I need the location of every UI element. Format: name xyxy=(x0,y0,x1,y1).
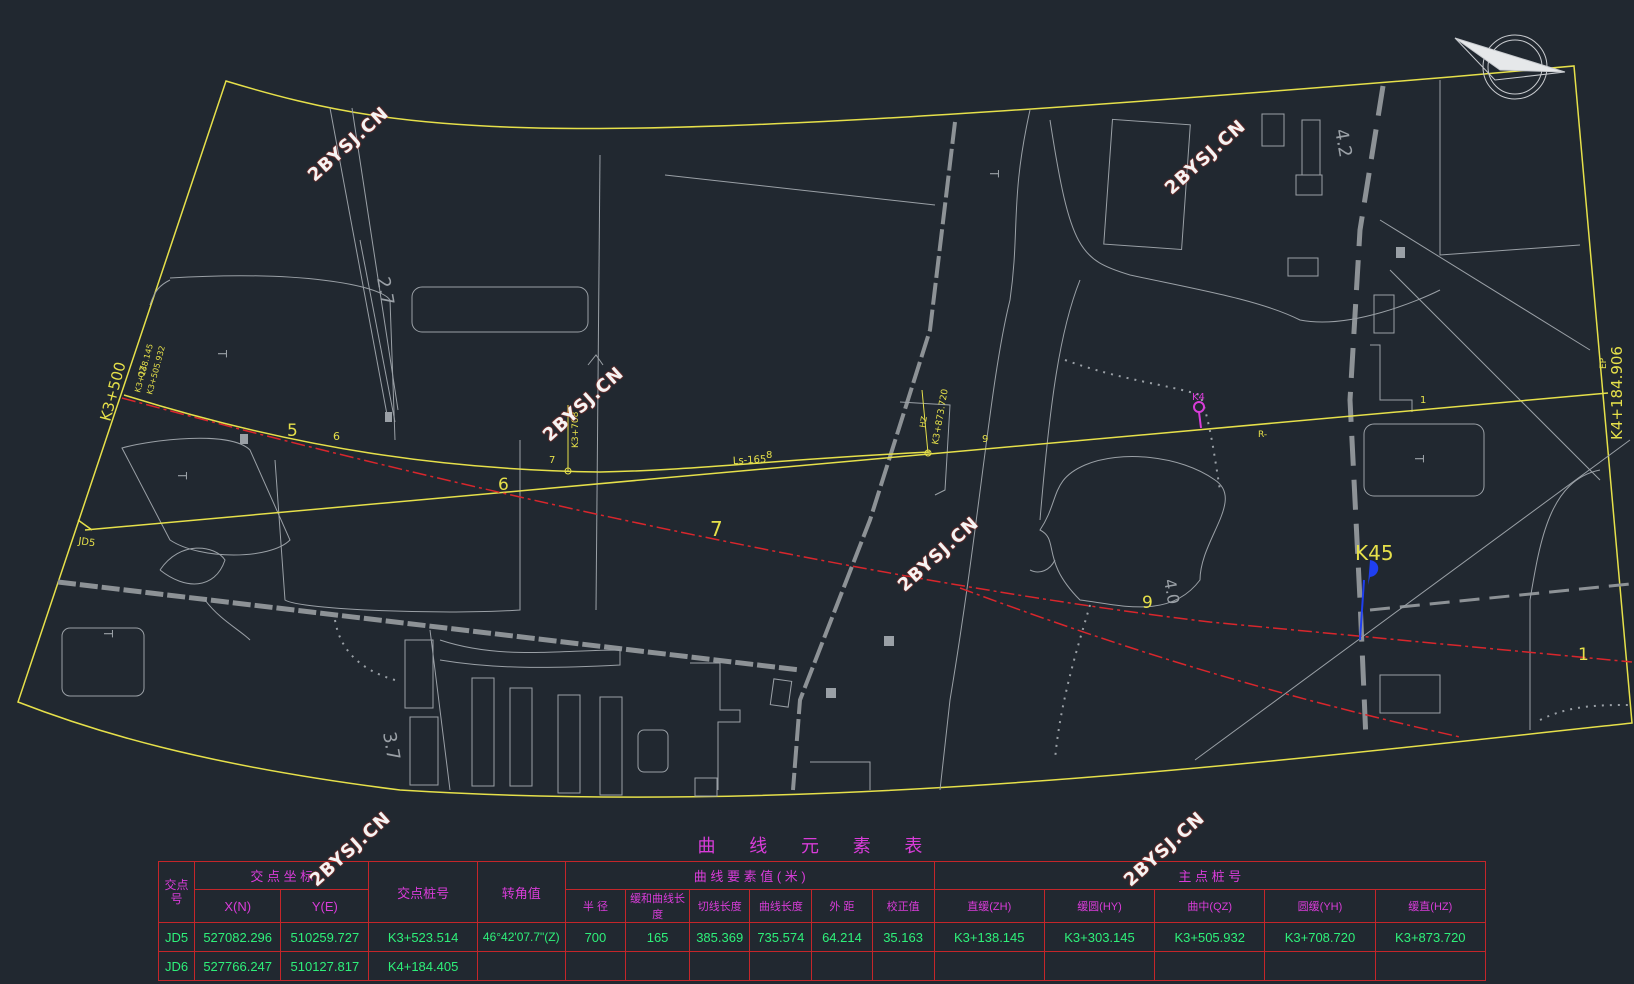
cell-qz: K3+505.932 xyxy=(1154,922,1266,952)
header-jd-no: 交点号 xyxy=(157,861,196,923)
cell-correction xyxy=(871,951,935,981)
header-qz: 曲中(QZ) xyxy=(1154,889,1266,923)
header-station: 交点桩号 xyxy=(368,861,478,923)
marker-8: 8 xyxy=(766,450,772,461)
cell-external xyxy=(811,951,873,981)
cell-zh: K3+138.145 xyxy=(933,922,1045,952)
header-hz: 缓直(HZ) xyxy=(1374,889,1487,923)
curve-elements-table: 交点号 交 点 坐 标 交点桩号 转角值 曲 线 要 素 值 ( 米 ) 主 点… xyxy=(157,861,1487,981)
ep-label: EP xyxy=(1599,357,1609,369)
cell-yh xyxy=(1264,951,1376,981)
cell-curve-length: 735.574 xyxy=(749,922,813,952)
terrain-symbol: T xyxy=(175,471,189,480)
marker-1a: 1 xyxy=(1420,395,1426,406)
cell-angle xyxy=(476,951,566,981)
header-zh: 直缓(ZH) xyxy=(933,889,1045,923)
cad-labels: K3+500 K4+184.906 K3+138.145 K3+505.932 … xyxy=(77,127,1626,762)
station-label-k4: K4 xyxy=(1192,392,1205,403)
header-elements: 曲 线 要 素 值 ( 米 ) xyxy=(564,861,935,890)
cell-external: 64.214 xyxy=(811,922,873,952)
cell-x: 527082.296 xyxy=(194,922,282,952)
cell-radius xyxy=(564,951,627,981)
marker-7b: 7 xyxy=(710,517,723,541)
route-lines xyxy=(77,392,1609,531)
station-label-k45: K45 xyxy=(1355,541,1394,565)
marker-9a: 9 xyxy=(982,434,988,445)
station-label-k3-500: K3+500 xyxy=(96,360,129,423)
cell-curve-length xyxy=(749,951,813,981)
header-correction: 校正值 xyxy=(871,889,935,923)
cell-ls: 165 xyxy=(624,922,691,952)
cell-jd: JD6 xyxy=(157,951,196,981)
header-main-points: 主 点 桩 号 xyxy=(933,861,1487,890)
table-title: 曲 线 元 素 表 xyxy=(697,836,937,857)
cell-jd: JD5 xyxy=(157,922,196,952)
cell-radius: 700 xyxy=(564,922,627,952)
cell-qz xyxy=(1154,951,1266,981)
r-label: R- xyxy=(1258,430,1267,440)
elevation-2-7: 2.7 xyxy=(372,275,398,307)
cell-angle: 46°42'07.7"(Z) xyxy=(476,922,566,952)
elevation-4-0: 4.0 xyxy=(1160,577,1183,605)
header-yh: 圆缓(YH) xyxy=(1264,889,1376,923)
hz-small-label: HZ xyxy=(918,415,929,428)
header-x: X(N) xyxy=(194,889,282,923)
header-curve-length: 曲线长度 xyxy=(749,889,813,923)
marker-6a: 6 xyxy=(333,430,340,443)
marker-9b: 9 xyxy=(1142,593,1153,613)
header-angle: 转角值 xyxy=(476,861,566,923)
cell-ls xyxy=(624,951,691,981)
terrain-symbol: T xyxy=(987,169,1001,178)
header-y: Y(E) xyxy=(280,889,370,923)
header-radius: 半 径 xyxy=(564,889,627,923)
cell-hy: K3+303.145 xyxy=(1043,922,1156,952)
terrain-symbol: T xyxy=(101,629,115,638)
cell-correction: 35.163 xyxy=(871,922,935,952)
cell-hz xyxy=(1374,951,1487,981)
station-label-k4-184: K4+184.906 xyxy=(1608,346,1626,440)
table-row: JD6 527766.247 510127.817 K4+184.405 xyxy=(157,951,1487,981)
elevation-3-7: 3.7 xyxy=(378,730,404,762)
header-transition: 缓和曲线长 度 xyxy=(624,889,691,923)
terrain-symbol: T xyxy=(1412,454,1426,463)
cell-hy xyxy=(1043,951,1156,981)
jd-label: JD5 xyxy=(77,536,96,549)
cell-y: 510259.727 xyxy=(280,922,370,952)
table-row: JD5 527082.296 510259.727 K3+523.514 46°… xyxy=(157,922,1487,952)
ls-label: Ls-165 xyxy=(733,454,767,467)
header-hy: 缓圆(HY) xyxy=(1043,889,1156,923)
cell-station: K3+523.514 xyxy=(368,922,478,952)
cell-tangent xyxy=(689,951,751,981)
cell-zh xyxy=(933,951,1045,981)
north-arrow-icon xyxy=(1454,34,1566,100)
elevation-4-2: 4.2 xyxy=(1330,127,1356,159)
cell-y: 510127.817 xyxy=(280,951,370,981)
dotted-lines xyxy=(334,359,1631,761)
cell-tangent: 385.369 xyxy=(689,922,751,952)
cell-x: 527766.247 xyxy=(194,951,282,981)
marker-7a: 7 xyxy=(549,455,555,466)
header-external: 外 距 xyxy=(811,889,873,923)
cell-hz: K3+873.720 xyxy=(1374,922,1487,952)
terrain-symbol: T xyxy=(215,349,229,358)
marker-5: 5 xyxy=(287,421,298,441)
marker-1b: 1 xyxy=(1578,645,1589,665)
header-tangent: 切线长度 xyxy=(689,889,751,923)
cell-yh: K3+708.720 xyxy=(1264,922,1376,952)
cell-station: K4+184.405 xyxy=(368,951,478,981)
marker-6b: 6 xyxy=(498,475,509,495)
